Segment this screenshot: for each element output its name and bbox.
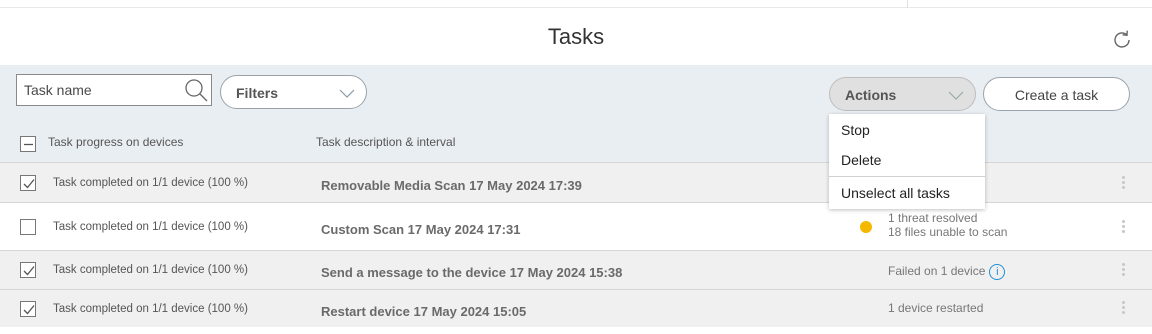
chevron-down-icon — [339, 89, 355, 98]
table-row[interactable]: Task completed on 1/1 device (100 %) Sen… — [0, 250, 1152, 289]
task-description[interactable]: Removable Media Scan 17 May 2024 17:39 — [321, 178, 582, 193]
task-result: 1 device restarted — [888, 301, 984, 315]
filters-label: Filters — [236, 85, 279, 101]
row-checkbox[interactable] — [20, 262, 36, 278]
search-box — [16, 74, 212, 106]
menu-divider — [829, 176, 985, 177]
task-progress: Task completed on 1/1 device (100 %) — [53, 264, 248, 276]
checkmark-icon — [23, 179, 35, 189]
actions-label: Actions — [845, 87, 897, 103]
task-progress: Task completed on 1/1 device (100 %) — [53, 221, 248, 233]
task-description[interactable]: Custom Scan 17 May 2024 17:31 — [321, 222, 520, 237]
row-checkbox[interactable] — [20, 301, 36, 317]
task-result-text: Failed on 1 device — [888, 264, 986, 278]
refresh-icon[interactable] — [1110, 28, 1134, 52]
create-task-button[interactable]: Create a task — [983, 77, 1130, 111]
row-checkbox[interactable] — [20, 175, 36, 191]
search-input[interactable] — [17, 75, 177, 105]
column-header-progress[interactable]: Task progress on devices — [48, 135, 183, 149]
menu-item-stop[interactable]: Stop — [829, 115, 985, 145]
minus-icon — [24, 143, 33, 146]
search-icon[interactable] — [183, 78, 209, 102]
task-result: Failed on 1 device i — [888, 263, 1006, 280]
top-strip — [0, 0, 1152, 8]
create-task-label: Create a task — [1014, 87, 1099, 103]
table-row[interactable]: Task completed on 1/1 device (100 %) Cus… — [0, 202, 1152, 250]
task-progress: Task completed on 1/1 device (100 %) — [53, 303, 248, 315]
top-divider — [907, 0, 908, 8]
info-icon[interactable]: i — [989, 263, 1006, 280]
row-checkbox[interactable] — [20, 219, 36, 235]
more-options-icon[interactable] — [1121, 301, 1127, 317]
task-result-line2: 18 files unable to scan — [888, 225, 1008, 239]
column-header-description[interactable]: Task description & interval — [316, 135, 455, 149]
warning-status-icon — [860, 221, 872, 233]
actions-menu: Stop Delete Unselect all tasks — [829, 114, 985, 209]
more-options-icon[interactable] — [1121, 220, 1127, 236]
task-description[interactable]: Restart device 17 May 2024 15:05 — [321, 304, 526, 319]
task-result-line1: 1 threat resolved — [888, 211, 978, 225]
select-all-checkbox[interactable] — [20, 136, 36, 152]
more-options-icon[interactable] — [1121, 263, 1127, 279]
chevron-down-icon — [948, 91, 964, 100]
actions-dropdown[interactable]: Actions — [829, 77, 976, 111]
page-header: Tasks — [0, 8, 1152, 65]
task-description[interactable]: Send a message to the device 17 May 2024… — [321, 265, 622, 280]
table-row[interactable]: Task completed on 1/1 device (100 %) Res… — [0, 289, 1152, 327]
checkmark-icon — [23, 266, 35, 276]
page-title: Tasks — [547, 24, 605, 49]
filters-dropdown[interactable]: Filters — [220, 75, 367, 109]
menu-item-unselect-all[interactable]: Unselect all tasks — [829, 178, 985, 208]
checkmark-icon — [23, 305, 35, 315]
task-progress: Task completed on 1/1 device (100 %) — [53, 177, 248, 189]
menu-item-delete[interactable]: Delete — [829, 145, 985, 175]
more-options-icon[interactable] — [1121, 176, 1127, 192]
